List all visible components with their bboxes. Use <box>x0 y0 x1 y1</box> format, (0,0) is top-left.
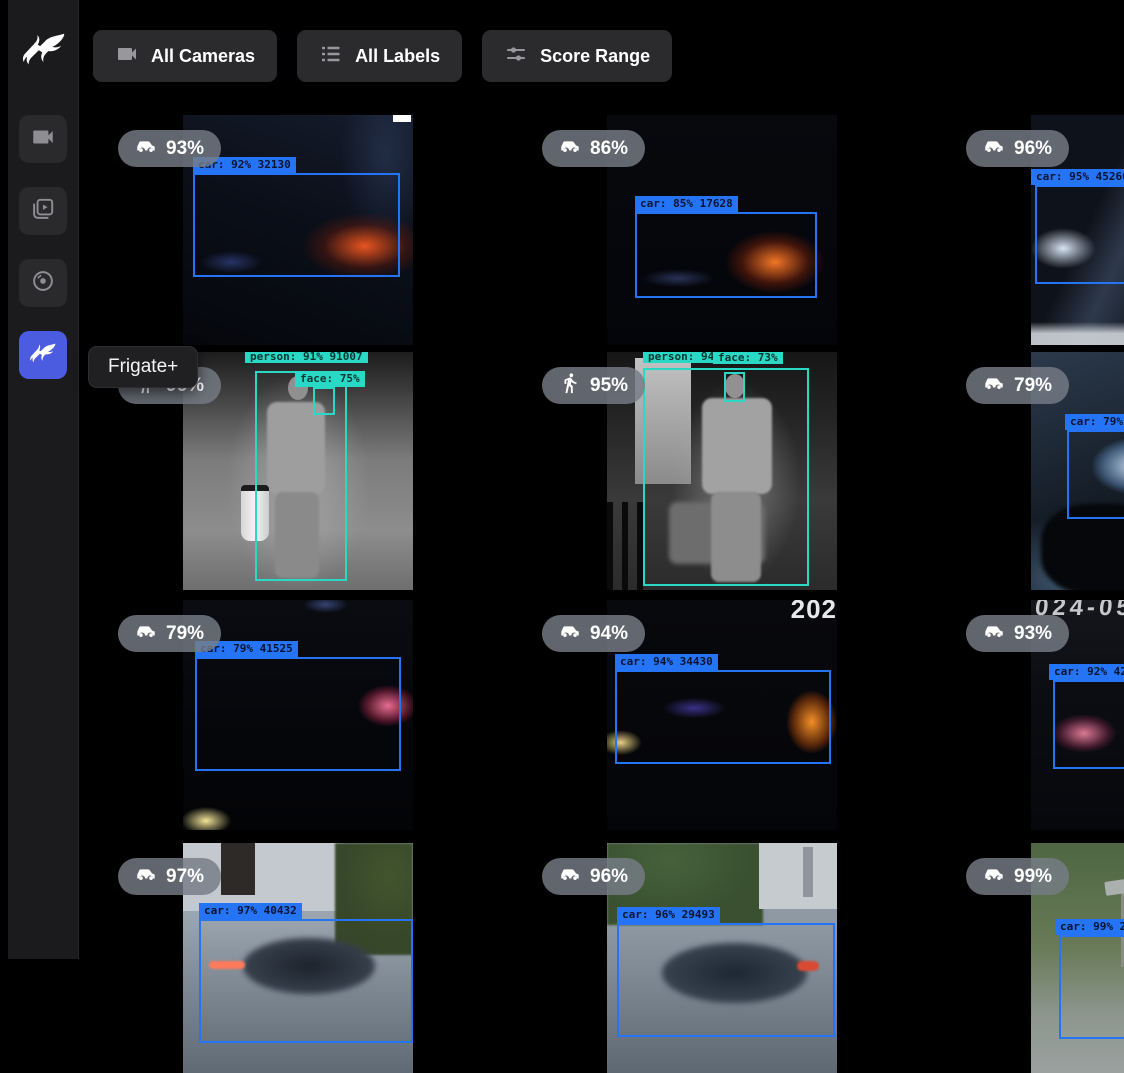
house-window <box>803 847 813 897</box>
score-label: 79% <box>1014 375 1052 397</box>
detection-card[interactable]: 95% person: 94% face: 73% <box>510 352 934 590</box>
sidebar-item-frigate-plus[interactable] <box>19 331 67 379</box>
car-icon <box>983 863 1005 891</box>
sign <box>1104 876 1124 896</box>
car-icon <box>559 620 581 648</box>
detection-card[interactable]: 94% 202 car: 94% 34430 <box>510 600 934 830</box>
bbox-label: car: 92% 4218 <box>1049 664 1124 680</box>
filter-toolbar: All Cameras All Labels Score Range <box>93 30 672 82</box>
score-badge: 96% <box>966 130 1069 167</box>
sidebar-item-cameras[interactable] <box>19 115 67 163</box>
bbox-label: car: 97% 40432 <box>199 903 302 919</box>
list-icon <box>319 42 343 71</box>
score-label: 93% <box>166 138 204 160</box>
score-badge: 99% <box>966 858 1069 895</box>
bounding-box <box>1067 430 1124 519</box>
sidebar-item-review[interactable] <box>19 187 67 235</box>
score-badge: 95% <box>542 367 645 404</box>
all-cameras-label: All Cameras <box>151 46 255 67</box>
score-label: 86% <box>590 138 628 160</box>
score-label: 93% <box>1014 623 1052 645</box>
detection-card[interactable]: 97% car: 97% 40432 <box>86 843 510 1073</box>
detection-card[interactable]: 96% car: 96% 29493 <box>510 843 934 1073</box>
sidebar-item-export[interactable] <box>19 259 67 307</box>
score-badge: 97% <box>118 858 221 895</box>
score-label: 99% <box>1014 866 1052 888</box>
bounding-box <box>635 212 817 298</box>
score-label: 96% <box>590 866 628 888</box>
detection-card[interactable]: 79% car: 79% 41525 <box>86 600 510 830</box>
score-badge: 79% <box>966 367 1069 404</box>
score-label: 96% <box>1014 138 1052 160</box>
bbox-label: car: 99% 25 <box>1055 919 1124 935</box>
detection-card[interactable]: 93% 024-05 0 car: 92% 4218 <box>934 600 1124 830</box>
bbox-label: car: 95% 45260 <box>1031 169 1124 185</box>
car-icon <box>983 620 1005 648</box>
export-disc-icon <box>30 268 56 299</box>
bbox-label: car: 79% <box>1065 414 1124 430</box>
camera-icon <box>115 42 139 71</box>
bbox-label: car: 96% 29493 <box>617 907 720 923</box>
timestamp-overlay: 202 <box>791 600 837 625</box>
car-icon <box>135 863 157 891</box>
overlay-fragment <box>393 115 411 122</box>
sliders-icon <box>504 42 528 71</box>
car-icon <box>983 372 1005 400</box>
detection-card[interactable]: 93% car: 92% 32130 <box>86 115 510 345</box>
score-label: 94% <box>590 623 628 645</box>
detection-card[interactable]: 99% car: 99% 25 <box>934 843 1124 1073</box>
detection-card[interactable]: 86% car: 85% 17628 <box>510 115 934 345</box>
house <box>759 843 837 909</box>
all-cameras-button[interactable]: All Cameras <box>93 30 277 82</box>
bounding-box <box>1053 680 1124 769</box>
camera-icon <box>30 124 56 155</box>
bbox-label: car: 94% 34430 <box>615 654 718 670</box>
car-icon <box>135 620 157 648</box>
score-badge: 93% <box>966 615 1069 652</box>
bounding-box <box>195 657 401 771</box>
score-badge: 96% <box>542 858 645 895</box>
sidebar <box>8 0 79 959</box>
face-box <box>724 372 745 402</box>
score-badge: 79% <box>118 615 221 652</box>
detection-card[interactable]: 79% car: 79% <box>934 352 1124 590</box>
car-icon <box>983 135 1005 163</box>
score-range-label: Score Range <box>540 46 650 67</box>
face-box <box>313 387 335 415</box>
score-range-button[interactable]: Score Range <box>482 30 672 82</box>
bounding-box <box>193 173 400 277</box>
car-icon <box>559 863 581 891</box>
face-label: face: 75% <box>295 371 365 387</box>
frigate-plus-tooltip: Frigate+ <box>88 346 198 388</box>
car-icon <box>559 135 581 163</box>
bounding-box <box>1035 185 1124 284</box>
face-label: face: 73% <box>713 352 783 364</box>
bbox-label: car: 85% 17628 <box>635 196 738 212</box>
detection-card[interactable]: 96% car: 95% 45260 <box>934 115 1124 345</box>
all-labels-label: All Labels <box>355 46 440 67</box>
frigate-logo <box>21 26 67 76</box>
bounding-box <box>1059 935 1124 1039</box>
all-labels-button[interactable]: All Labels <box>297 30 462 82</box>
score-label: 95% <box>590 375 628 397</box>
frigate-plus-bird-icon <box>29 339 57 372</box>
bounding-box <box>617 923 835 1037</box>
score-badge: 93% <box>118 130 221 167</box>
score-badge: 94% <box>542 615 645 652</box>
person-label: person: 91% 91007 <box>245 352 368 363</box>
score-label: 97% <box>166 866 204 888</box>
person-icon <box>559 372 581 400</box>
score-badge: 86% <box>542 130 645 167</box>
car-icon <box>135 135 157 163</box>
score-label: 79% <box>166 623 204 645</box>
house-door <box>221 843 255 895</box>
review-icon <box>30 196 56 227</box>
bounding-box <box>615 670 831 764</box>
bounding-box <box>199 919 413 1043</box>
